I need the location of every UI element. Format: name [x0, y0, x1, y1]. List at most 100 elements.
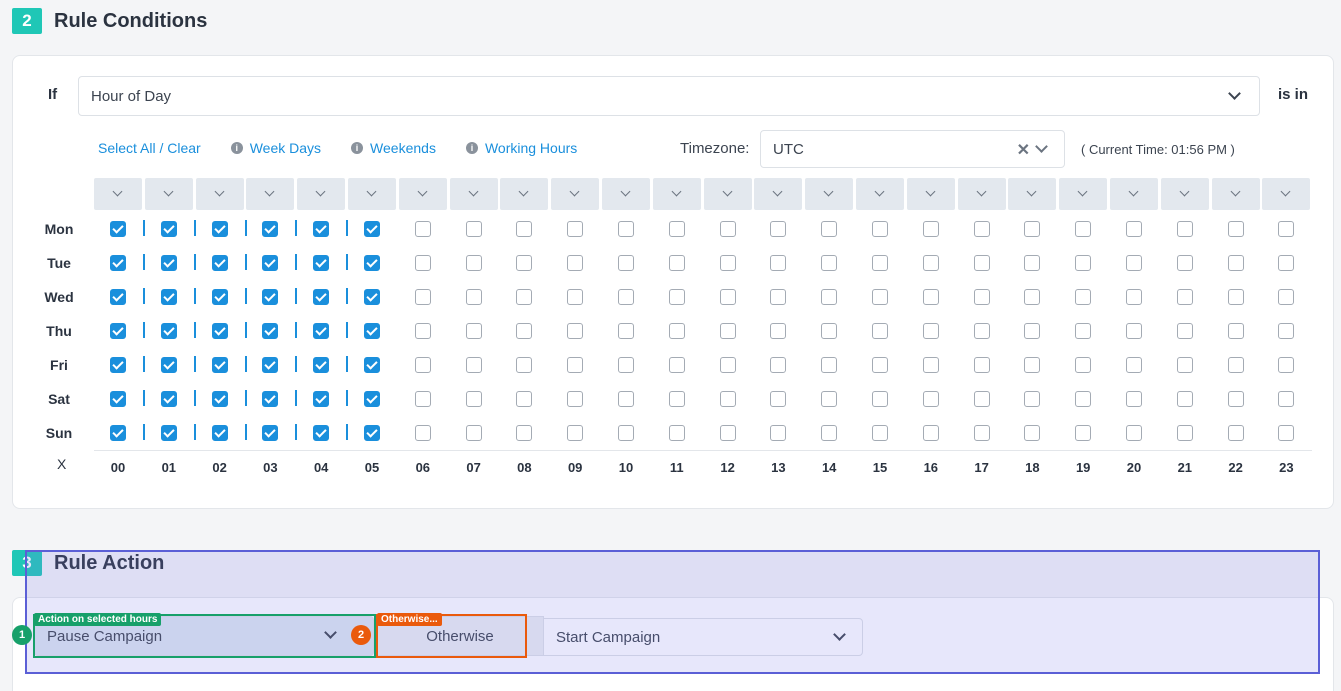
column-toggle-17[interactable] [957, 178, 1006, 210]
weekends-link[interactable]: i Weekends [351, 140, 436, 156]
hour-checkbox[interactable] [262, 391, 279, 407]
hour-checkbox[interactable] [160, 289, 177, 305]
hour-checkbox[interactable] [465, 255, 482, 271]
hour-checkbox[interactable] [110, 255, 126, 271]
hour-checkbox[interactable] [211, 391, 228, 407]
hour-checkbox[interactable] [922, 289, 939, 305]
hour-checkbox[interactable] [1227, 323, 1244, 339]
hour-checkbox[interactable] [668, 221, 685, 237]
hour-checkbox[interactable] [364, 255, 380, 271]
timezone-select[interactable]: UTC ✕ [760, 130, 1065, 168]
hour-checkbox[interactable] [160, 425, 177, 441]
hour-checkbox[interactable] [821, 425, 838, 441]
hour-checkbox[interactable] [922, 323, 939, 339]
hour-checkbox[interactable] [1126, 323, 1142, 339]
hour-checkbox[interactable] [465, 323, 482, 339]
hour-checkbox[interactable] [872, 221, 888, 237]
hour-checkbox[interactable] [262, 289, 279, 305]
hour-checkbox[interactable] [414, 289, 431, 305]
day-label[interactable]: Sat [30, 391, 88, 407]
hour-checkbox[interactable] [719, 425, 736, 441]
column-toggle-06[interactable] [398, 178, 447, 210]
hour-checkbox[interactable] [414, 357, 431, 373]
hour-checkbox[interactable] [567, 323, 584, 339]
hour-checkbox[interactable] [618, 391, 634, 407]
hour-checkbox[interactable] [262, 357, 279, 373]
hour-checkbox[interactable] [1227, 289, 1244, 305]
hour-checkbox[interactable] [110, 357, 126, 373]
hour-checkbox[interactable] [922, 391, 939, 407]
hour-checkbox[interactable] [770, 425, 787, 441]
hour-checkbox[interactable] [262, 255, 279, 271]
hour-checkbox[interactable] [110, 425, 126, 441]
column-toggle-07[interactable] [449, 178, 498, 210]
hour-checkbox[interactable] [1176, 221, 1193, 237]
hour-checkbox[interactable] [618, 289, 634, 305]
hour-checkbox[interactable] [313, 323, 330, 339]
column-toggle-03[interactable] [246, 178, 295, 210]
hour-checkbox[interactable] [1024, 221, 1041, 237]
hour-checkbox[interactable] [1075, 425, 1092, 441]
day-label[interactable]: Wed [30, 289, 88, 305]
hour-checkbox[interactable] [872, 323, 888, 339]
hour-checkbox[interactable] [618, 425, 634, 441]
hour-checkbox[interactable] [160, 255, 177, 271]
hour-checkbox[interactable] [516, 255, 533, 271]
hour-checkbox[interactable] [1126, 255, 1142, 271]
hour-checkbox[interactable] [1227, 255, 1244, 271]
hour-checkbox[interactable] [770, 289, 787, 305]
hour-checkbox[interactable] [973, 425, 990, 441]
hour-checkbox[interactable] [1227, 221, 1244, 237]
hour-checkbox[interactable] [211, 357, 228, 373]
hour-checkbox[interactable] [973, 357, 990, 373]
column-toggle-04[interactable] [297, 178, 346, 210]
hour-checkbox[interactable] [719, 323, 736, 339]
hour-checkbox[interactable] [922, 425, 939, 441]
hour-checkbox[interactable] [465, 221, 482, 237]
hour-checkbox[interactable] [770, 357, 787, 373]
hour-checkbox[interactable] [1227, 391, 1244, 407]
hour-checkbox[interactable] [1176, 391, 1193, 407]
hour-checkbox[interactable] [313, 289, 330, 305]
hour-checkbox[interactable] [922, 221, 939, 237]
hour-checkbox[interactable] [1024, 323, 1041, 339]
hour-checkbox[interactable] [1075, 357, 1092, 373]
hour-checkbox[interactable] [1176, 289, 1193, 305]
hour-checkbox[interactable] [1278, 221, 1295, 237]
hour-checkbox[interactable] [313, 255, 330, 271]
hour-checkbox[interactable] [364, 391, 380, 407]
column-toggle-10[interactable] [602, 178, 650, 210]
hour-checkbox[interactable] [211, 323, 228, 339]
hour-checkbox[interactable] [770, 221, 787, 237]
select-all-clear-link[interactable]: Select All / Clear [98, 140, 201, 156]
hour-checkbox[interactable] [364, 289, 380, 305]
column-toggle-05[interactable] [348, 178, 396, 210]
hour-checkbox[interactable] [668, 255, 685, 271]
hour-checkbox[interactable] [313, 221, 330, 237]
week-days-link[interactable]: i Week Days [230, 140, 321, 156]
column-toggle-09[interactable] [551, 178, 600, 210]
hour-checkbox[interactable] [719, 391, 736, 407]
hour-checkbox[interactable] [516, 289, 533, 305]
hour-checkbox[interactable] [1278, 391, 1295, 407]
column-toggle-14[interactable] [805, 178, 854, 210]
hour-checkbox[interactable] [1176, 357, 1193, 373]
hour-checkbox[interactable] [465, 289, 482, 305]
hour-checkbox[interactable] [1075, 289, 1092, 305]
column-toggle-00[interactable] [94, 178, 142, 210]
hour-checkbox[interactable] [465, 391, 482, 407]
column-toggle-15[interactable] [856, 178, 904, 210]
hour-checkbox[interactable] [160, 221, 177, 237]
condition-field-select[interactable]: Hour of Day [78, 76, 1260, 116]
hour-checkbox[interactable] [414, 323, 431, 339]
working-hours-link[interactable]: i Working Hours [465, 140, 577, 156]
hour-checkbox[interactable] [160, 323, 177, 339]
day-label[interactable]: Mon [30, 221, 88, 237]
column-toggle-18[interactable] [1008, 178, 1057, 210]
hour-checkbox[interactable] [211, 289, 228, 305]
hour-checkbox[interactable] [1024, 357, 1041, 373]
hour-checkbox[interactable] [1227, 357, 1244, 373]
hour-checkbox[interactable] [668, 289, 685, 305]
hour-checkbox[interactable] [668, 425, 685, 441]
hour-checkbox[interactable] [1126, 221, 1142, 237]
